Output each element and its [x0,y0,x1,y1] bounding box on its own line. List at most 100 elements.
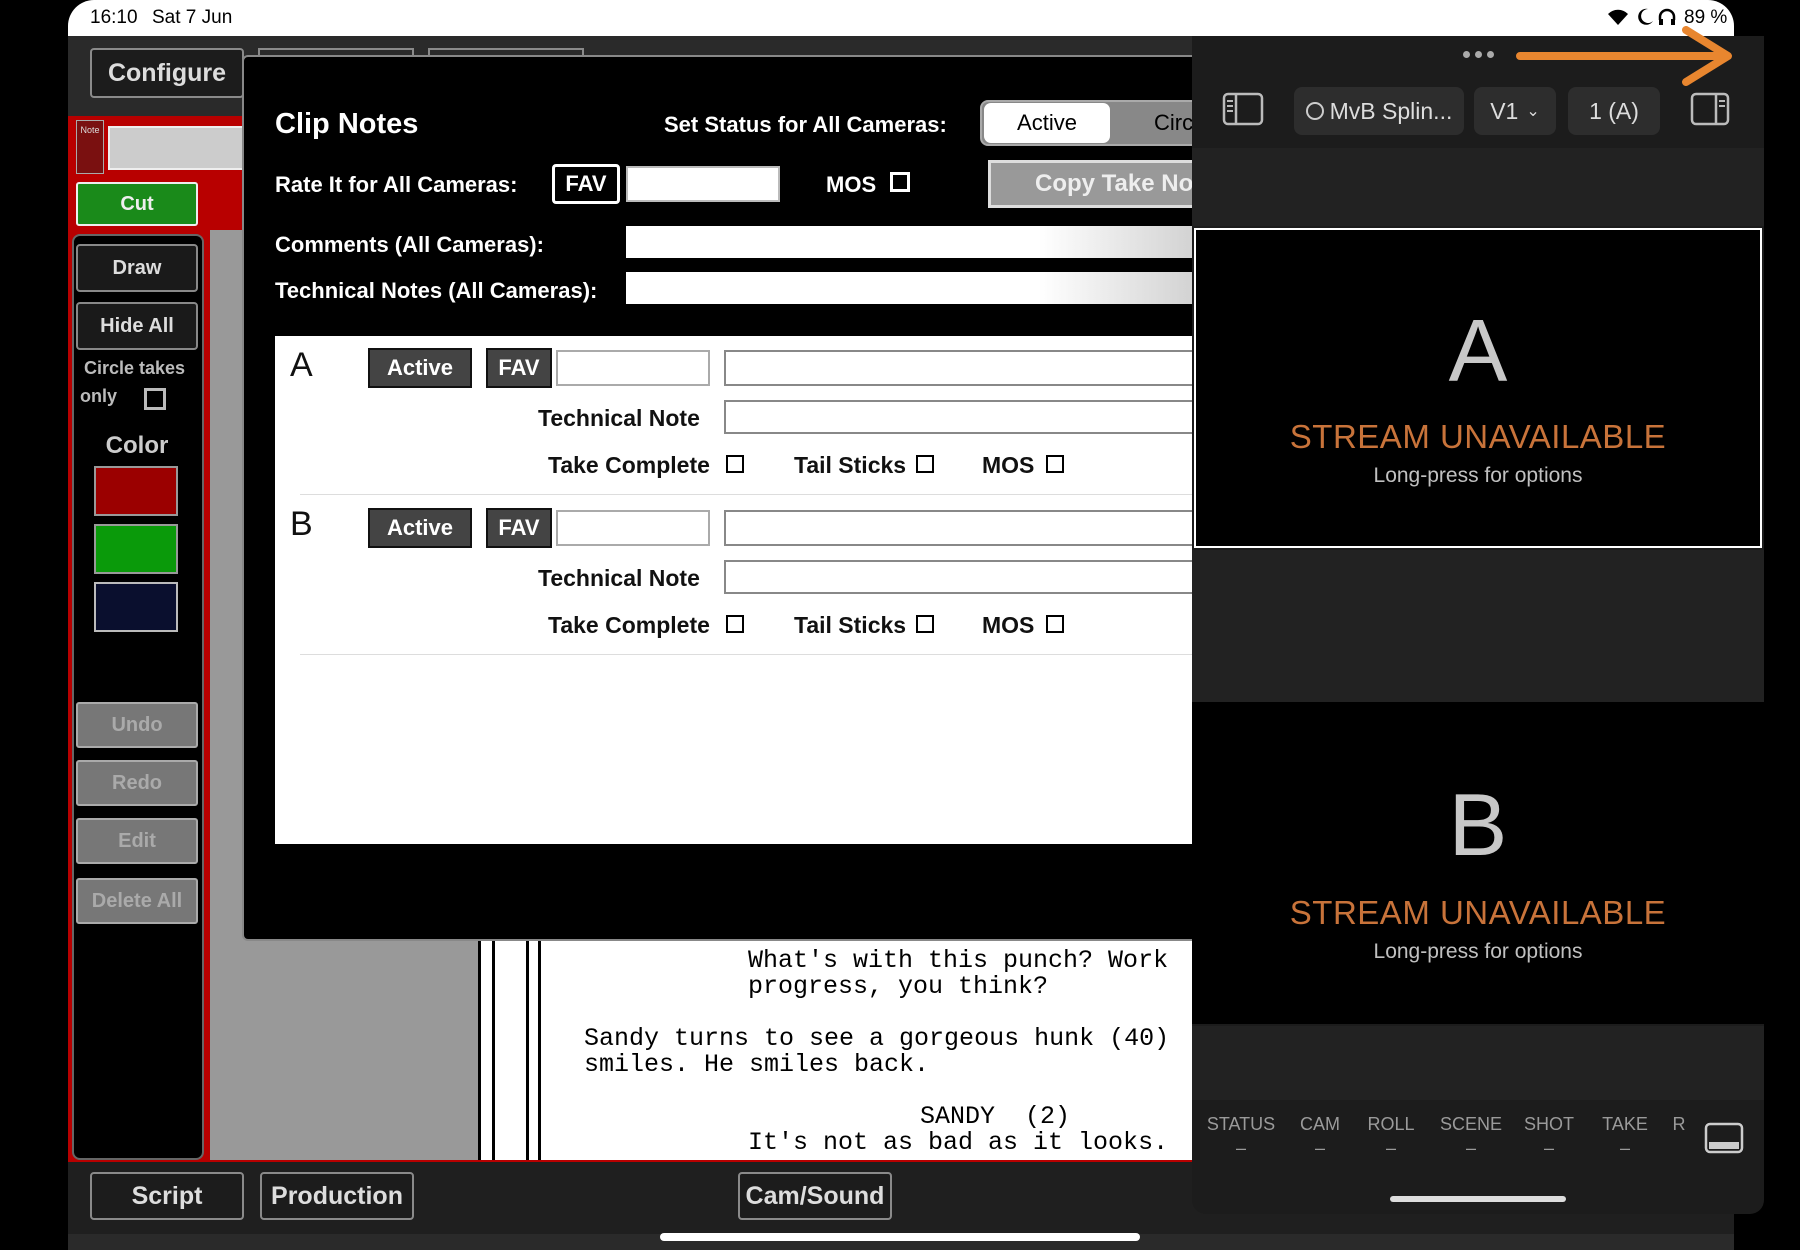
drag-handle-icon[interactable] [1458,46,1498,62]
only-label: only [80,386,118,406]
script-line: It's not as bad as it looks. [748,1128,1169,1157]
panel-layout-icon[interactable] [1704,1122,1744,1159]
device-name: MvB Splin... [1329,97,1453,124]
redo-button[interactable]: Redo [76,760,198,806]
camera-b-fav-button[interactable]: FAV [486,508,552,548]
status-circle-segment[interactable]: Circ [1154,110,1193,136]
comments-label: Comments (All Cameras): [275,232,544,257]
delete-all-button[interactable]: Delete All [76,878,198,924]
stream-b-hint: Long-press for options [1373,940,1583,963]
status-date: Sat 7 Jun [152,7,233,28]
stream-a-hint: Long-press for options [1373,464,1583,487]
camera-b-tail-sticks-label: Tail Sticks [794,612,907,638]
rate-label: Rate It for All Cameras: [275,172,518,197]
technical-notes-input[interactable] [626,272,1216,304]
home-indicator [660,1233,1140,1241]
camera-b-mos-label: MOS [982,612,1035,638]
panel-spacer [1192,550,1764,702]
version-value: V1 [1490,97,1519,124]
inspector-toggle-icon[interactable] [1690,92,1730,131]
tab-script[interactable]: Script [90,1172,244,1220]
panel-spacer [1192,1026,1764,1100]
comments-input[interactable] [626,226,1216,258]
camera-a-mos-label: MOS [982,452,1035,478]
script-line: smiles. He smiles back. [584,1050,930,1079]
footer-shot-value: – [1543,1138,1554,1158]
camera-a-rating-input[interactable] [556,350,710,386]
camera-a-fav-button[interactable]: FAV [486,348,552,388]
circle-takes-label: Circle takes [84,358,186,378]
camera-a-take-complete-label: Take Complete [548,452,710,478]
camera-a-tail-sticks-checkbox[interactable] [916,455,934,473]
stream-a-status: STREAM UNAVAILABLE [1289,418,1667,455]
set-status-label: Set Status for All Cameras: [664,112,947,137]
color-swatch-navy[interactable] [94,582,178,632]
footer-scene-value: – [1465,1138,1476,1158]
footer-cam-header: CAM [1300,1114,1340,1134]
footer-status-value: – [1235,1138,1246,1158]
camera-b-tail-sticks-checkbox[interactable] [916,615,934,633]
tab-production[interactable]: Production [260,1172,414,1220]
chevron-down-icon: ⌄ [1526,103,1540,120]
camera-a-tail-sticks-label: Tail Sticks [794,452,907,478]
footer-cam-value: – [1314,1138,1325,1158]
version-selector[interactable]: V1 ⌄ [1474,87,1556,135]
note-input[interactable] [108,126,248,170]
undo-button[interactable]: Undo [76,702,198,748]
device-selector[interactable]: MvB Splin... [1294,87,1464,135]
color-swatch-green[interactable] [94,524,178,574]
footer-shot-header: SHOT [1523,1114,1574,1134]
color-swatch-red[interactable] [94,466,178,516]
camera-b-rating-input[interactable] [556,510,710,546]
color-label: Color [105,432,169,459]
status-bar: 16:10 Sat 7 Jun 89 % [68,0,1777,36]
camera-b-status-button[interactable]: Active [368,508,472,548]
channel-selector[interactable]: 1 (A) [1568,87,1660,135]
camera-a-take-complete-checkbox[interactable] [726,455,744,473]
edit-button[interactable]: Edit [76,818,198,864]
script-character: SANDY (2) [920,1102,1071,1131]
sidebar-toggle-icon[interactable] [1222,92,1264,131]
camera-b-label: B [290,505,313,543]
camera-b-tech-note-input[interactable] [724,560,1224,594]
camera-a-tech-note-input[interactable] [724,400,1224,434]
draw-button[interactable]: Draw [76,244,198,292]
arrow-right-icon [1516,26,1736,91]
fav-all-button[interactable]: FAV [552,164,620,204]
configure-button[interactable]: Configure [90,48,244,98]
camera-b-comment-input[interactable] [724,510,1224,546]
camera-b-mos-checkbox[interactable] [1046,615,1064,633]
panel-home-indicator [1390,1196,1566,1202]
row-divider [300,654,1220,655]
footer-take-value: – [1619,1138,1630,1158]
circle-takes-only-checkbox[interactable] [144,388,166,410]
mos-all-checkbox[interactable] [890,172,910,192]
dialog-title: Clip Notes [275,108,419,140]
status-time: 16:10 [90,7,138,28]
cut-button[interactable]: Cut [76,182,198,226]
device-status-icon [1305,102,1324,120]
script-line: Sandy turns to see a gorgeous hunk (40) [584,1024,1170,1053]
rating-all-input[interactable] [626,166,780,202]
footer-roll-header: ROLL [1367,1114,1415,1134]
stream-b-id: B [1448,775,1508,874]
stream-a-id: A [1448,301,1508,400]
stream-b-status: STREAM UNAVAILABLE [1289,894,1667,931]
copy-take-notes-button[interactable]: Copy Take No [988,160,1218,208]
mos-label: MOS [826,172,877,197]
note-tab-label: Note [76,120,104,174]
hide-all-button[interactable]: Hide All [76,302,198,350]
camera-a-status-button[interactable]: Active [368,348,472,388]
footer-r-header: R [1672,1114,1686,1134]
row-divider [300,494,1220,495]
camera-b-tech-note-label: Technical Note [538,565,700,591]
camera-b-take-complete-checkbox[interactable] [726,615,744,633]
camera-a-comment-input[interactable] [724,350,1224,386]
status-active-segment[interactable]: Active [984,103,1110,143]
camera-a-mos-checkbox[interactable] [1046,455,1064,473]
tab-cam-sound[interactable]: Cam/Sound [738,1172,892,1220]
footer-status-header: STATUS [1206,1114,1276,1134]
technical-notes-label: Technical Notes (All Cameras): [275,278,598,303]
camera-b-take-complete-label: Take Complete [548,612,710,638]
battery-icon [1738,8,1778,33]
